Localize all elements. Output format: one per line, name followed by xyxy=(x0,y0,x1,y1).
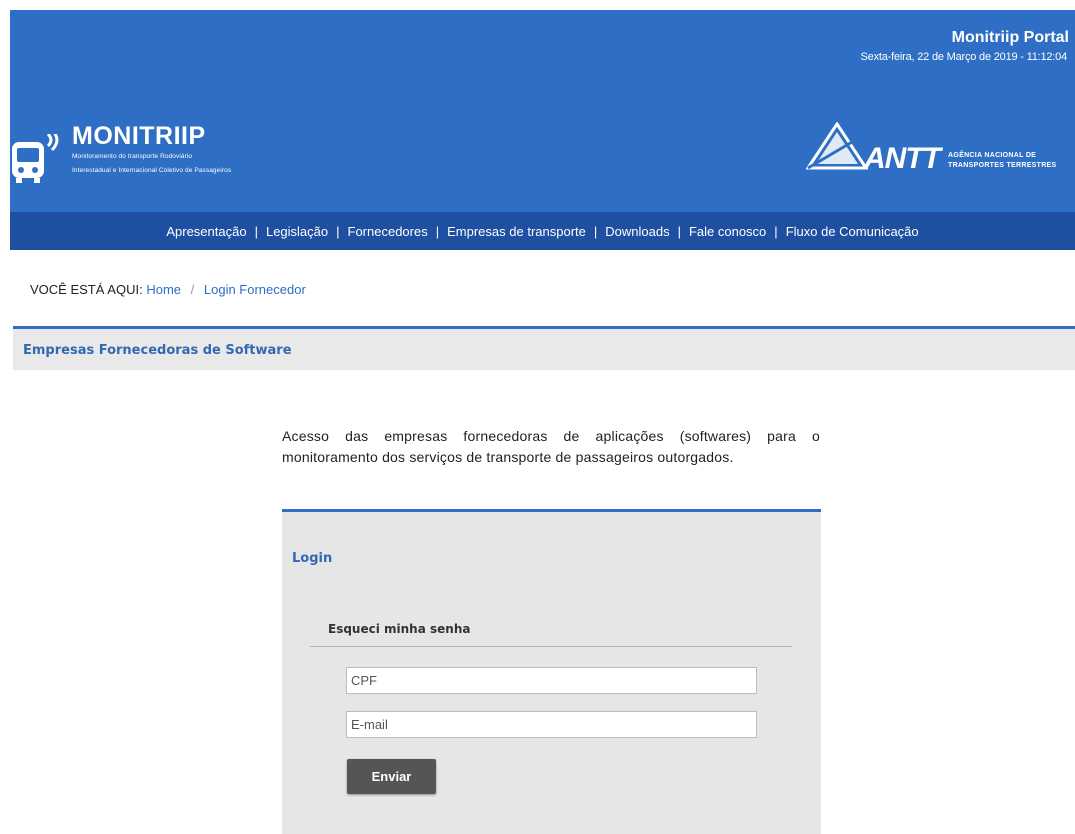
intro-text: Acesso das empresas fornecedoras de apli… xyxy=(282,428,820,465)
nav-separator: | xyxy=(593,223,598,239)
portal-title: Monitriip Portal xyxy=(951,29,1069,46)
nav-item-fale-conosco[interactable]: Fale conosco xyxy=(689,224,766,239)
nav-item-fornecedores[interactable]: Fornecedores xyxy=(348,224,428,239)
nav-item-empresas-de-transporte[interactable]: Empresas de transporte xyxy=(447,224,586,239)
monitriip-logo[interactable]: MONITRIIP Monitoramento do transporte Ro… xyxy=(10,122,340,183)
breadcrumb-home-link[interactable]: Home xyxy=(146,282,181,297)
current-date: Sexta-feira, 22 de Março de 2019 - 11:12… xyxy=(860,51,1068,63)
nav-item-apresentacao[interactable]: Apresentação xyxy=(166,224,246,239)
breadcrumb-separator: / xyxy=(190,282,195,297)
email-input[interactable] xyxy=(346,711,757,738)
forgot-password-title: Esqueci minha senha xyxy=(328,622,471,636)
cpf-input[interactable] xyxy=(346,667,757,694)
logo-title: MONITRIIP xyxy=(72,122,206,150)
submit-button[interactable]: Enviar xyxy=(347,759,436,794)
nav-separator: | xyxy=(336,223,340,239)
antt-triangle-icon xyxy=(806,122,868,170)
breadcrumb-current[interactable]: Login Fornecedor xyxy=(204,282,306,297)
antt-logo[interactable]: ANTT AGÊNCIA NACIONAL DE TRANSPORTES TER… xyxy=(806,122,1075,182)
nav-separator: | xyxy=(677,223,681,239)
main-nav: Apresentação | Legislação | Fornecedores… xyxy=(10,212,1075,250)
login-panel: Login Esqueci minha senha Enviar xyxy=(282,509,821,834)
breadcrumb: VOCÊ ESTÁ AQUI: Home / Login Fornecedor xyxy=(30,282,306,297)
nav-separator: | xyxy=(774,223,778,239)
antt-agency-name: AGÊNCIA NACIONAL DE xyxy=(948,152,1037,159)
login-title: Login xyxy=(292,551,333,566)
site-header: Monitriip Portal Sexta-feira, 22 de Març… xyxy=(10,10,1075,212)
section-title: Empresas Fornecedoras de Software xyxy=(23,343,292,358)
nav-separator: | xyxy=(254,223,258,239)
nav-item-fluxo-de-comunicacao[interactable]: Fluxo de Comunicação xyxy=(786,224,919,239)
logo-subtitle: Monitoramento do transporte Rodoviário xyxy=(72,153,193,160)
bus-icon xyxy=(12,134,59,183)
section-header: Empresas Fornecedoras de Software xyxy=(13,326,1075,370)
nav-separator: | xyxy=(435,223,440,239)
nav-item-legislacao[interactable]: Legislação xyxy=(266,224,328,239)
antt-agency-name: TRANSPORTES TERRESTRES xyxy=(948,162,1057,169)
divider xyxy=(310,646,792,647)
breadcrumb-prefix: VOCÊ ESTÁ AQUI: xyxy=(30,282,143,297)
logo-subtitle: Interestadual e Internacional Coletivo d… xyxy=(72,167,232,174)
nav-item-downloads[interactable]: Downloads xyxy=(605,224,669,239)
antt-wordmark: ANTT xyxy=(864,142,941,175)
